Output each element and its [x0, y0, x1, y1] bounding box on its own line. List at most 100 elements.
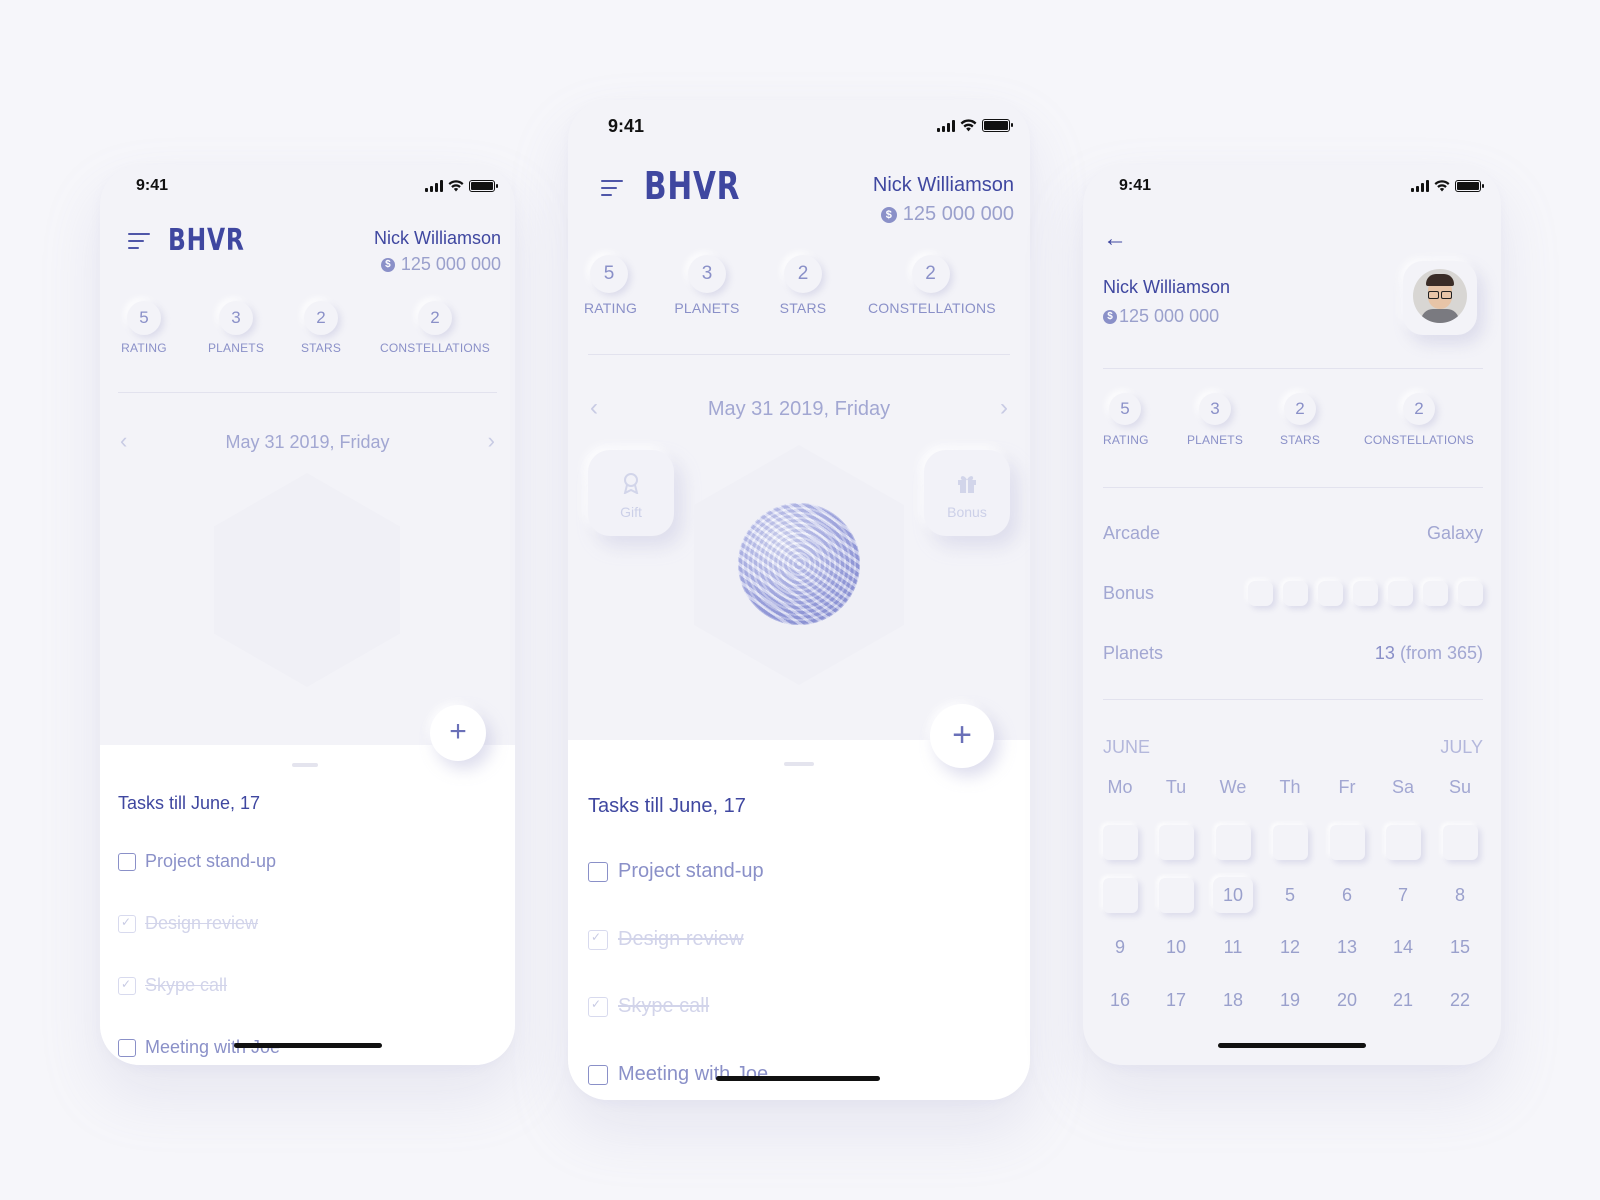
stat-rating: 5 RATING	[120, 301, 168, 355]
stat-planets-label: PLANETS	[207, 341, 265, 355]
task-checkbox[interactable]	[118, 914, 136, 933]
sheet-handle[interactable]	[292, 763, 318, 767]
stat-planets-value: 3	[688, 255, 726, 293]
task-checkbox[interactable]	[118, 1038, 136, 1057]
stat-stars: 2 STARS	[778, 255, 828, 316]
calendar-day[interactable]: 16	[1100, 990, 1140, 1011]
phone-profile: 9:41 ← Nick Williamson $125 000 000 5 RA…	[1083, 165, 1501, 1065]
stat-stars-value: 2	[784, 255, 822, 293]
task-checkbox[interactable]	[118, 976, 136, 995]
tasks-sheet: Tasks till June, 17 Project stand-up Des…	[568, 740, 1030, 1100]
calendar-day[interactable]: 14	[1383, 937, 1423, 958]
arcade-value: Galaxy	[1426, 523, 1483, 543]
status-icons	[1411, 180, 1484, 192]
status-icons	[425, 180, 498, 192]
add-task-button[interactable]: +	[430, 705, 486, 761]
user-balance: $125 000 000	[880, 203, 1014, 226]
task-label: Skype call	[145, 975, 228, 995]
task-checkbox[interactable]	[118, 852, 136, 871]
app-logo: BHVR	[644, 164, 741, 208]
stat-stars-label: STARS	[779, 300, 827, 316]
month-june[interactable]: JUNE	[1103, 737, 1150, 758]
stat-stars: 2 STARS	[1277, 393, 1323, 447]
task-item[interactable]: Project stand-up	[588, 860, 764, 883]
planet-slot-empty[interactable]	[214, 473, 400, 687]
stat-rating-value: 5	[590, 255, 628, 293]
prev-date-button[interactable]: ‹	[120, 428, 127, 454]
task-item[interactable]: Design review	[588, 928, 744, 951]
stat-planets: 3 PLANETS	[1183, 393, 1247, 447]
task-checkbox[interactable]	[588, 861, 608, 882]
calendar-day[interactable]: 5	[1270, 885, 1310, 906]
avatar[interactable]	[1413, 269, 1467, 323]
calendar-day[interactable]: 10	[1156, 937, 1196, 958]
gift-button[interactable]: Gift	[588, 450, 674, 536]
phone-home-planet: 9:41 BHVR Nick Williamson $125 000 000 5…	[568, 100, 1030, 1100]
stat-rating: 5 RATING	[1103, 393, 1149, 447]
signal-icon	[937, 119, 955, 132]
status-time: 9:41	[1119, 177, 1152, 194]
calendar-day[interactable]: 13	[1327, 937, 1367, 958]
calendar-day[interactable]: 18	[1213, 990, 1253, 1011]
battery-icon	[469, 180, 498, 192]
sheet-handle[interactable]	[784, 762, 814, 766]
next-date-button[interactable]: ›	[1000, 394, 1008, 422]
arcade-label: Arcade	[1103, 523, 1161, 543]
divider	[588, 354, 1010, 355]
task-item[interactable]: Design review	[118, 913, 258, 934]
balance-value: 125 000 000	[902, 203, 1014, 225]
task-item[interactable]: Skype call	[588, 995, 709, 1018]
task-checkbox[interactable]	[588, 996, 608, 1017]
stat-planets-label: PLANETS	[1186, 433, 1244, 447]
calendar-day[interactable]: 8	[1440, 885, 1480, 906]
back-arrow-icon[interactable]: ←	[1103, 225, 1127, 253]
task-item[interactable]: Project stand-up	[118, 851, 276, 872]
add-task-button[interactable]: +	[930, 704, 994, 768]
calendar-day[interactable]: 6	[1327, 885, 1367, 906]
menu-icon[interactable]	[601, 180, 623, 196]
task-item[interactable]: Meeting with Joe	[588, 1063, 768, 1086]
home-indicator	[234, 1043, 382, 1048]
stat-constellations-label: CONSTELLATIONS	[1364, 433, 1474, 447]
next-date-button[interactable]: ›	[488, 428, 495, 454]
stat-constellations: 2 CONSTELLATIONS	[380, 301, 490, 355]
calendar-day[interactable]: 19	[1270, 990, 1310, 1011]
calendar-day[interactable]: 15	[1440, 937, 1480, 958]
status-icons	[937, 119, 1013, 132]
calendar-cell-empty	[1103, 878, 1138, 913]
status-time: 9:41	[136, 177, 169, 194]
stat-stars-label: STARS	[1279, 433, 1321, 447]
calendar-day[interactable]: 20	[1327, 990, 1367, 1011]
prev-date-button[interactable]: ‹	[590, 394, 598, 422]
calendar-day[interactable]: 12	[1270, 937, 1310, 958]
month-july[interactable]: JULY	[1440, 737, 1483, 758]
task-label: Meeting with Joe	[618, 1063, 769, 1085]
calendar-day[interactable]: 17	[1156, 990, 1196, 1011]
stat-constellations-value: 2	[1403, 393, 1435, 425]
calendar-day[interactable]: 7	[1383, 885, 1423, 906]
tasks-title: Tasks till June, 17	[118, 793, 261, 813]
divider	[1103, 699, 1483, 700]
calendar-day[interactable]: 11	[1213, 937, 1253, 958]
user-balance: $125 000 000	[380, 254, 501, 275]
stat-rating-label: RATING	[1103, 433, 1149, 447]
stat-planets: 3 PLANETS	[204, 301, 268, 355]
coin-icon: $	[1103, 310, 1117, 325]
planets-count: 13 (from 365)	[1375, 643, 1483, 664]
calendar-day[interactable]: 22	[1440, 990, 1480, 1011]
stat-rating: 5 RATING	[584, 255, 637, 316]
calendar-day[interactable]: 9	[1100, 937, 1140, 958]
calendar-day[interactable]: 21	[1383, 990, 1423, 1011]
stat-constellations: 2 CONSTELLATIONS	[1363, 393, 1475, 447]
task-checkbox[interactable]	[588, 929, 608, 950]
task-checkbox[interactable]	[588, 1064, 608, 1085]
bonus-button[interactable]: Bonus	[924, 450, 1010, 536]
planet-image[interactable]	[738, 503, 860, 625]
calendar-day[interactable]: 10	[1213, 885, 1253, 906]
task-label: Project stand-up	[145, 851, 277, 871]
phone-home-empty: 9:41 BHVR Nick Williamson $125 000 000 5…	[100, 165, 515, 1065]
weekday-label: We	[1219, 777, 1247, 797]
stat-constellations-label: CONSTELLATIONS	[380, 341, 490, 355]
task-item[interactable]: Skype call	[118, 975, 227, 996]
menu-icon[interactable]	[128, 233, 150, 249]
